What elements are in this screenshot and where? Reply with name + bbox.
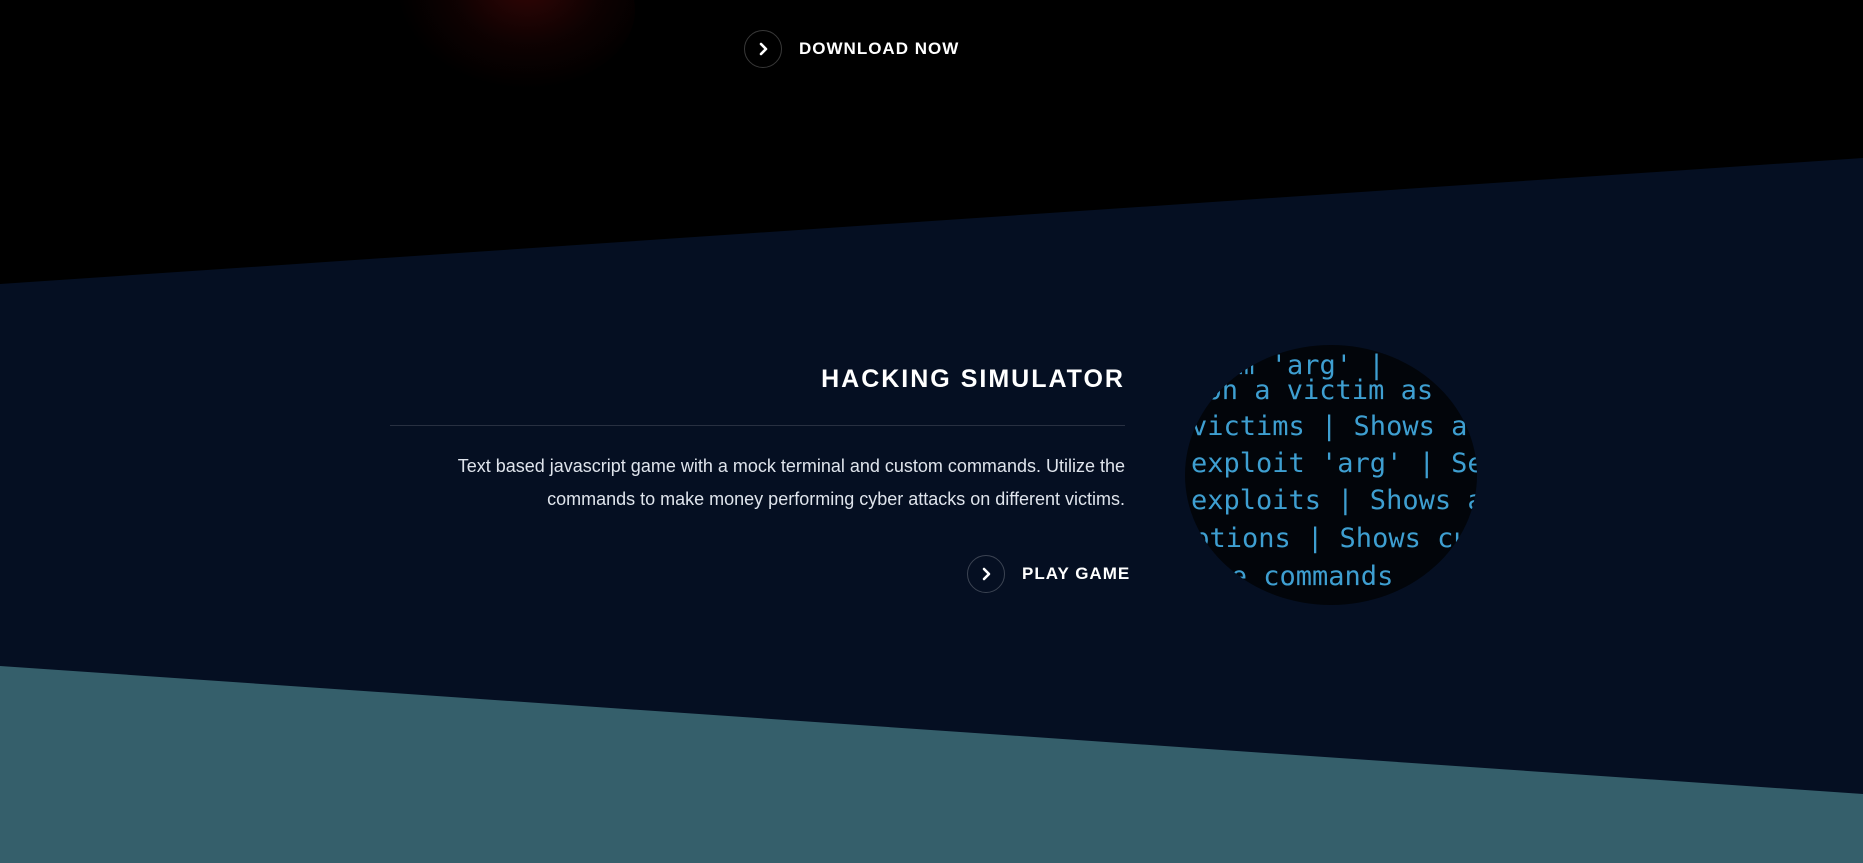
terminal-line: victims | Shows al	[1191, 411, 1477, 442]
terminal-line: sive commands	[1185, 561, 1394, 592]
chevron-right-icon	[744, 30, 782, 68]
download-now-button[interactable]: DOWNLOAD NOW	[744, 30, 959, 68]
chevron-right-icon	[967, 555, 1005, 593]
terminal-line: exploit 'arg' | Set	[1191, 448, 1477, 479]
terminal-line: exploits | Shows al	[1191, 485, 1477, 516]
play-game-button[interactable]: PLAY GAME	[967, 555, 1130, 593]
download-now-label: DOWNLOAD NOW	[799, 39, 960, 58]
terminal-line: g on a victim as	[1185, 375, 1434, 406]
project-description: Text based javascript game with a mock t…	[457, 456, 1125, 509]
play-game-label: PLAY GAME	[1022, 564, 1131, 583]
project-title: HACKING SIMULATOR	[821, 365, 1125, 393]
terminal-line: options | Shows cu	[1185, 523, 1470, 554]
title-divider	[390, 425, 1125, 426]
terminal-thumbnail: victim 'arg' | g on a victim as victims …	[1185, 345, 1477, 605]
background-bands	[0, 0, 1863, 863]
